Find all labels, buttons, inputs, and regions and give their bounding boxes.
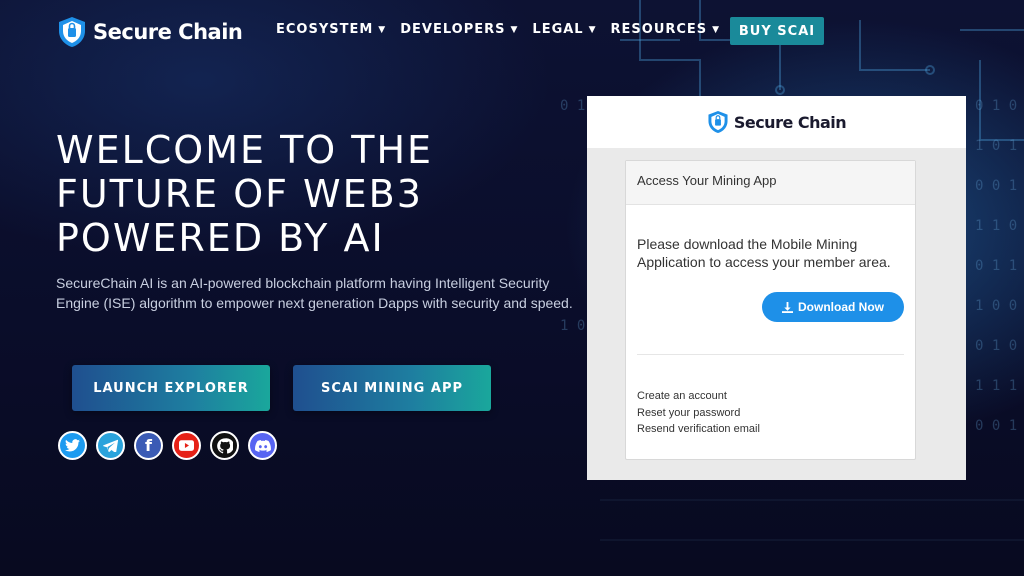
svg-text:1 0 0: 1 0 0 <box>975 298 1017 314</box>
svg-text:0 0 1: 0 0 1 <box>975 418 1017 434</box>
chevron-down-icon: ▼ <box>588 24 597 35</box>
hero-title-line: POWERED BY AI <box>56 216 385 260</box>
svg-text:0 1 0: 0 1 0 <box>975 338 1017 354</box>
chevron-down-icon: ▼ <box>378 24 387 35</box>
access-card: Access Your Mining App Please download t… <box>625 160 916 460</box>
chevron-down-icon: ▼ <box>712 24 721 35</box>
svg-text:1 0 1: 1 0 1 <box>975 138 1017 154</box>
card-title: Access Your Mining App <box>626 161 915 205</box>
brand-logo[interactable]: Secure Chain <box>57 16 243 48</box>
download-icon <box>782 301 793 313</box>
svg-text:1 1 0: 1 1 0 <box>975 218 1017 234</box>
nav-label: ECOSYSTEM <box>276 22 374 37</box>
discord-icon[interactable] <box>248 431 277 460</box>
main-nav: ECOSYSTEM ▼ DEVELOPERS ▼ LEGAL ▼ RESOURC… <box>276 22 720 37</box>
account-links: Create an account Reset your password Re… <box>637 388 760 438</box>
telegram-icon[interactable] <box>96 431 125 460</box>
github-icon[interactable] <box>210 431 239 460</box>
shield-icon <box>708 111 728 133</box>
svg-text:0 1 0: 0 1 0 <box>975 98 1017 114</box>
reset-password-link[interactable]: Reset your password <box>637 405 760 422</box>
nav-ecosystem[interactable]: ECOSYSTEM ▼ <box>276 22 386 37</box>
facebook-icon[interactable]: f <box>134 431 163 460</box>
svg-text:0 0 1: 0 0 1 <box>975 178 1017 194</box>
modal-brand-name: Secure Chain <box>733 112 847 132</box>
scai-mining-app-button[interactable]: SCAI MINING APP <box>293 365 491 411</box>
download-now-button[interactable]: Download Now <box>762 292 904 322</box>
hero-title-line: FUTURE OF WEB3 <box>56 172 423 216</box>
divider <box>637 354 904 355</box>
youtube-icon[interactable] <box>172 431 201 460</box>
svg-text:1 1 1: 1 1 1 <box>975 378 1017 394</box>
twitter-icon[interactable] <box>58 431 87 460</box>
nav-label: RESOURCES <box>610 22 708 37</box>
shield-icon <box>59 17 85 47</box>
nav-label: DEVELOPERS <box>400 22 506 37</box>
hero-description: SecureChain AI is an AI-powered blockcha… <box>56 275 573 311</box>
nav-legal[interactable]: LEGAL ▼ <box>532 22 596 37</box>
svg-text:0 1 1: 0 1 1 <box>975 258 1017 274</box>
create-account-link[interactable]: Create an account <box>637 388 760 405</box>
nav-resources[interactable]: RESOURCES ▼ <box>611 22 721 37</box>
brand-name: Secure Chain <box>93 20 243 44</box>
nav-label: LEGAL <box>532 22 584 37</box>
social-links: f <box>58 431 277 460</box>
modal-header: Secure Chain <box>587 96 966 148</box>
chevron-down-icon: ▼ <box>510 24 519 35</box>
nav-developers[interactable]: DEVELOPERS ▼ <box>400 22 518 37</box>
launch-explorer-button[interactable]: LAUNCH EXPLORER <box>72 365 270 411</box>
hero-title: WELCOME TO THE FUTURE OF WEB3 POWERED BY… <box>56 128 576 260</box>
resend-verification-link[interactable]: Resend verification email <box>637 421 760 438</box>
hero-title-line: WELCOME TO THE <box>56 128 434 172</box>
card-message: Please download the Mobile Mining Applic… <box>637 236 891 270</box>
download-label: Download Now <box>798 300 884 314</box>
mining-app-modal: Secure Chain Access Your Mining App Plea… <box>587 96 966 480</box>
buy-scai-button[interactable]: BUY SCAI <box>730 17 824 45</box>
